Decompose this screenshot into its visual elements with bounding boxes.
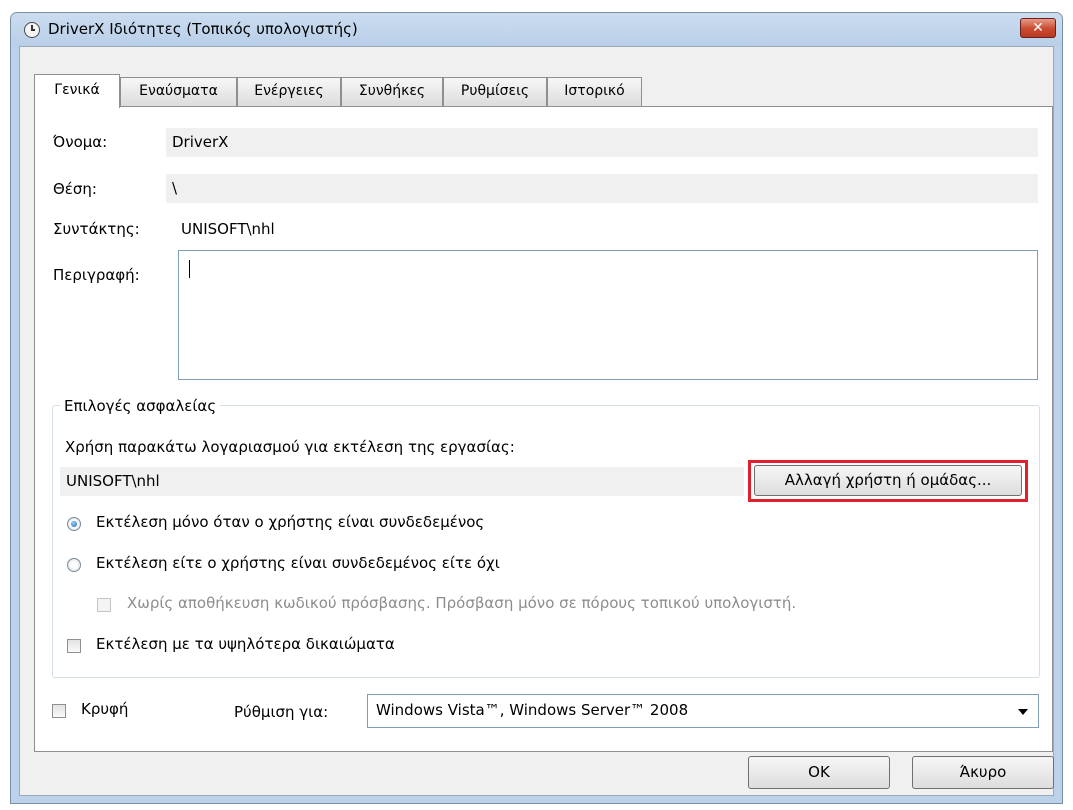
location-field[interactable]: \ [166,174,1038,203]
tab-conditions[interactable]: Συνθήκες [341,77,443,106]
tab-settings[interactable]: Ρυθμίσεις [443,77,547,106]
description-label: Περιγραφή: [53,266,140,284]
configure-for-label: Ρύθμιση για: [234,703,329,721]
radio-run-whether-logged-on-label[interactable]: Εκτέλεση είτε ο χρήστης είναι συνδεδεμέν… [96,554,500,572]
name-field[interactable]: DriverX [166,128,1038,157]
task-clock-icon [24,22,40,38]
name-label: Όνομα: [53,133,108,151]
configure-for-value: Windows Vista™, Windows Server™ 2008 [376,701,689,719]
no-store-password-checkbox[interactable] [97,598,111,612]
title-bar[interactable]: DriverX Ιδιότητες (Τοπικός υπολογιστής) … [11,13,1062,46]
configure-for-select[interactable]: Windows Vista™, Windows Server™ 2008 [367,694,1039,728]
tab-triggers[interactable]: Εναύσματα [120,77,237,106]
author-value: UNISOFT\nhl [181,220,275,238]
radio-run-when-logged-on-label[interactable]: Εκτέλεση μόνο όταν ο χρήστης είναι συνδε… [96,513,484,531]
hidden-checkbox[interactable] [52,704,66,718]
tab-general[interactable]: Γενικά [34,74,120,108]
radio-run-when-logged-on[interactable] [67,517,81,531]
chevron-down-icon[interactable] [1018,709,1028,715]
account-prompt: Χρήση παρακάτω λογαριασμού για εκτέλεση … [65,438,515,456]
account-field: UNISOFT\nhl [60,467,744,496]
tab-actions[interactable]: Ενέργειες [237,77,341,106]
location-label: Θέση: [53,180,97,198]
highest-privileges-label[interactable]: Εκτέλεση με τα υψηλότερα δικαιώματα [96,635,395,653]
window-title: DriverX Ιδιότητες (Τοπικός υπολογιστής) [48,20,358,38]
close-button[interactable]: ✕ [1020,18,1056,38]
ok-button[interactable]: OK [748,756,890,789]
text-caret [189,260,190,278]
security-options-title: Επιλογές ασφαλείας [60,397,221,415]
cancel-button[interactable]: Άκυρο [912,756,1054,789]
hidden-label[interactable]: Κρυφή [81,700,128,718]
description-textarea[interactable] [178,250,1038,380]
no-store-password-label[interactable]: Χωρίς αποθήκευση κωδικού πρόσβασης. Πρόσ… [127,594,796,612]
radio-run-whether-logged-on[interactable] [67,558,81,572]
author-label: Συντάκτης: [53,220,140,238]
tab-history[interactable]: Ιστορικό [547,77,642,106]
highlight-box [748,460,1028,502]
highest-privileges-checkbox[interactable] [67,639,81,653]
